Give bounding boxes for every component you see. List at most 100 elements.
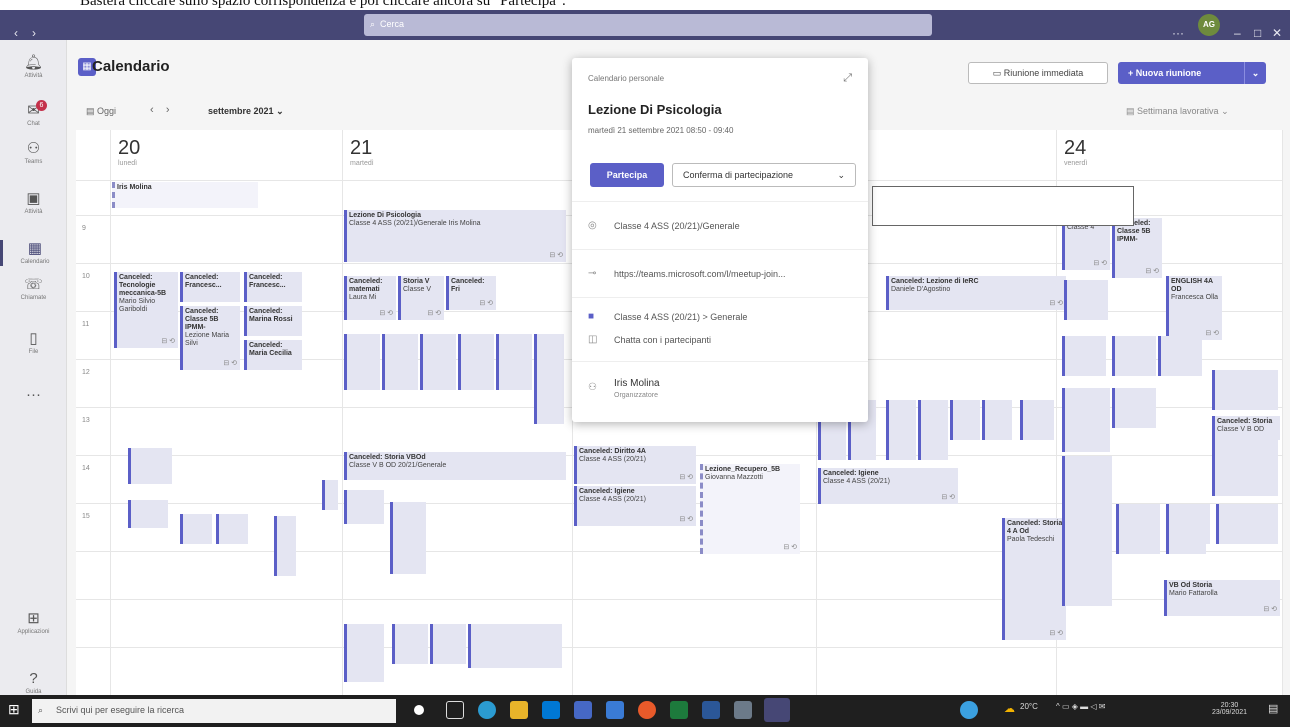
app-icon[interactable] bbox=[734, 701, 752, 719]
chrome-icon[interactable] bbox=[960, 701, 978, 719]
calendar-event[interactable] bbox=[982, 400, 1012, 440]
close-icon[interactable]: ✕ bbox=[1272, 26, 1282, 40]
calendar-event[interactable] bbox=[1064, 280, 1108, 320]
maximize-icon[interactable]: □ bbox=[1254, 26, 1261, 40]
expand-icon[interactable]: ⤢ bbox=[843, 72, 852, 85]
rail-item-more[interactable]: ··· bbox=[0, 386, 67, 404]
search-input[interactable]: ⌕ Cerca bbox=[364, 14, 932, 36]
dropbox-icon[interactable] bbox=[606, 701, 624, 719]
calendar-event[interactable] bbox=[344, 490, 384, 524]
word-icon[interactable] bbox=[702, 701, 720, 719]
calendar-event[interactable]: Canceled: Tecnologie meccanica-5B Mario S… bbox=[114, 272, 178, 348]
calendar-event[interactable]: Storia V Classe V ⊟ ⟲ bbox=[398, 276, 444, 320]
calendar-event[interactable]: Canceled: Storia VBOd Classe V B OD 20/21… bbox=[344, 452, 566, 480]
task-view-icon[interactable] bbox=[446, 701, 464, 719]
calendar-event[interactable]: Canceled: Francesc... bbox=[180, 272, 240, 302]
calendar-event[interactable] bbox=[1212, 370, 1278, 410]
calendar-event[interactable]: Lezione Di Psicologia Classe 4 ASS (20/21… bbox=[344, 210, 566, 262]
calendar-event[interactable]: Canceled: Lezione di IeRC Daniele D'Agost… bbox=[886, 276, 1066, 310]
calendar-event[interactable] bbox=[392, 624, 428, 664]
calendar-event[interactable] bbox=[390, 502, 426, 574]
calendar-event[interactable] bbox=[1166, 534, 1206, 554]
month-picker[interactable]: settembre 2021 ⌄ bbox=[208, 106, 284, 117]
cortana-icon[interactable] bbox=[414, 705, 424, 715]
more-options-icon[interactable]: ··· bbox=[1172, 26, 1184, 40]
notifications-icon[interactable]: ▤ bbox=[1268, 702, 1278, 715]
rail-item-calendar[interactable]: ▦ Calendario bbox=[0, 240, 67, 266]
calendar-event[interactable] bbox=[344, 334, 380, 390]
calendar-event[interactable] bbox=[534, 334, 564, 424]
mail-icon[interactable] bbox=[574, 701, 592, 719]
avatar[interactable]: AG bbox=[1198, 14, 1220, 36]
rail-item-calls[interactable]: ☏ Chiamate bbox=[0, 276, 67, 302]
windows-start-icon[interactable]: ⊞ bbox=[8, 701, 20, 718]
minimize-icon[interactable]: – bbox=[1234, 26, 1241, 40]
calendar-event[interactable] bbox=[274, 516, 296, 576]
today-button[interactable]: ▤ Oggi bbox=[86, 106, 116, 117]
calendar-event[interactable]: Canceled: Marina Rossi bbox=[244, 306, 302, 336]
day-header[interactable]: 24 venerdì bbox=[1064, 130, 1274, 180]
popup-channel-row[interactable]: ◎ Classe 4 ASS (20/21)/Generale bbox=[572, 201, 868, 249]
chat-participants-link[interactable]: Chatta con i partecipanti bbox=[614, 335, 711, 345]
calendar-event[interactable]: Iris Molina bbox=[112, 182, 258, 208]
calendar-event[interactable]: Canceled: matemati Laura Mi ⊟ ⟲ bbox=[344, 276, 396, 320]
calendar-event[interactable] bbox=[1212, 440, 1278, 496]
taskbar-search[interactable]: ⌕ Scrivi qui per eseguire la ricerca bbox=[32, 699, 396, 723]
day-header[interactable]: 21 martedì bbox=[350, 130, 564, 180]
tray-icons[interactable]: ^ ▭ ◈ ▬ ◁ ✉ bbox=[1056, 702, 1105, 711]
calendar-event[interactable] bbox=[1116, 504, 1160, 554]
rail-item-assignments[interactable]: ▣ Attività bbox=[0, 190, 67, 216]
calendar-event[interactable]: Canceled: Classe 5B IPMM-⊟ ⟲ bbox=[1112, 218, 1162, 278]
rail-item-chat[interactable]: ✉ 6 Chat bbox=[0, 100, 67, 128]
calendar-event[interactable] bbox=[1062, 336, 1106, 376]
popup-link-row[interactable]: ⊸ https://teams.microsoft.com/l/meetup-jo… bbox=[572, 249, 868, 297]
store-icon[interactable] bbox=[542, 701, 560, 719]
calendar-event[interactable]: Canceled: Igiene Classe 4 ASS (20/21) ⊟ ⟲ bbox=[574, 486, 696, 526]
chat-channel-link[interactable]: Classe 4 ASS (20/21) > Generale bbox=[614, 312, 747, 322]
calendar-event[interactable]: VB Od Storia Mario Fattarolla ⊟ ⟲ bbox=[1164, 580, 1280, 616]
calendar-event[interactable] bbox=[382, 334, 418, 390]
forward-arrow-icon[interactable]: › bbox=[32, 26, 36, 40]
calendar-event[interactable] bbox=[1112, 336, 1156, 376]
calendar-event[interactable] bbox=[128, 448, 172, 484]
calendar-event[interactable] bbox=[420, 334, 456, 390]
calendar-event[interactable] bbox=[344, 624, 384, 682]
calendar-event[interactable] bbox=[918, 400, 948, 460]
clock[interactable]: 20:30 23/09/2021 bbox=[1212, 702, 1247, 716]
calendar-event[interactable] bbox=[1112, 388, 1156, 428]
calendar-event[interactable] bbox=[128, 500, 168, 528]
calendar-event[interactable]: Canceled: Storia Classe V B OD bbox=[1212, 416, 1280, 440]
chevron-left-icon[interactable]: ‹ bbox=[150, 104, 154, 116]
calendar-event[interactable] bbox=[496, 334, 532, 390]
calendar-event[interactable] bbox=[458, 334, 494, 390]
chevron-down-icon[interactable]: ⌄ bbox=[1244, 62, 1266, 84]
rsvp-dropdown[interactable]: Conferma di partecipazione ⌄ bbox=[672, 163, 856, 187]
calendar-event[interactable] bbox=[886, 400, 916, 460]
file-explorer-icon[interactable] bbox=[510, 701, 528, 719]
view-selector[interactable]: ▤ Settimana lavorativa ⌄ bbox=[1126, 106, 1229, 117]
calendar-event[interactable]: Canceled: Storia 4 A Od Paola Tedeschi ⊟ ⟲ bbox=[1002, 518, 1066, 640]
calendar-event[interactable]: Lezione_Recupero_5B Giovanna Mazzotti ⊟ ⟲ bbox=[700, 464, 800, 554]
rail-item-help[interactable]: ? Guida bbox=[0, 670, 67, 696]
calendar-event[interactable]: Canceled: Francesc... bbox=[244, 272, 302, 302]
calendar-event[interactable] bbox=[1158, 336, 1202, 376]
time-slot-selection[interactable] bbox=[872, 186, 1134, 226]
calendar-event[interactable] bbox=[180, 514, 212, 544]
edge-icon[interactable] bbox=[478, 701, 496, 719]
back-arrow-icon[interactable]: ‹ bbox=[14, 26, 18, 40]
calendar-event[interactable]: Canceled: Classe 5B IPMM- Lezione Maria S… bbox=[180, 306, 240, 370]
rail-item-files[interactable]: ▯ File bbox=[0, 330, 67, 356]
calendar-event[interactable]: ENGLISH 4A OD Francesca Olla ⊟ ⟲ bbox=[1166, 276, 1222, 340]
teams-taskbar-icon[interactable] bbox=[764, 698, 790, 722]
join-button[interactable]: Partecipa bbox=[590, 163, 664, 187]
calendar-event[interactable]: Canceled: Diritto 4A Classe 4 ASS (20/21)… bbox=[574, 446, 696, 484]
calendar-event[interactable] bbox=[430, 624, 466, 664]
calendar-event[interactable] bbox=[1020, 400, 1054, 440]
calendar-event[interactable]: Canceled: Fri ⊟ ⟲ bbox=[446, 276, 496, 310]
chevron-right-icon[interactable]: › bbox=[166, 104, 170, 116]
immediate-meeting-button[interactable]: ▭ Riunione immediata bbox=[968, 62, 1108, 84]
rail-item-teams[interactable]: ⚇ Teams bbox=[0, 140, 67, 166]
rail-item-bell[interactable]: 🔔︎ Attività bbox=[0, 54, 67, 80]
calendar-event[interactable] bbox=[322, 480, 338, 510]
rail-item-apps[interactable]: ⊞ Applicazioni bbox=[0, 610, 67, 636]
